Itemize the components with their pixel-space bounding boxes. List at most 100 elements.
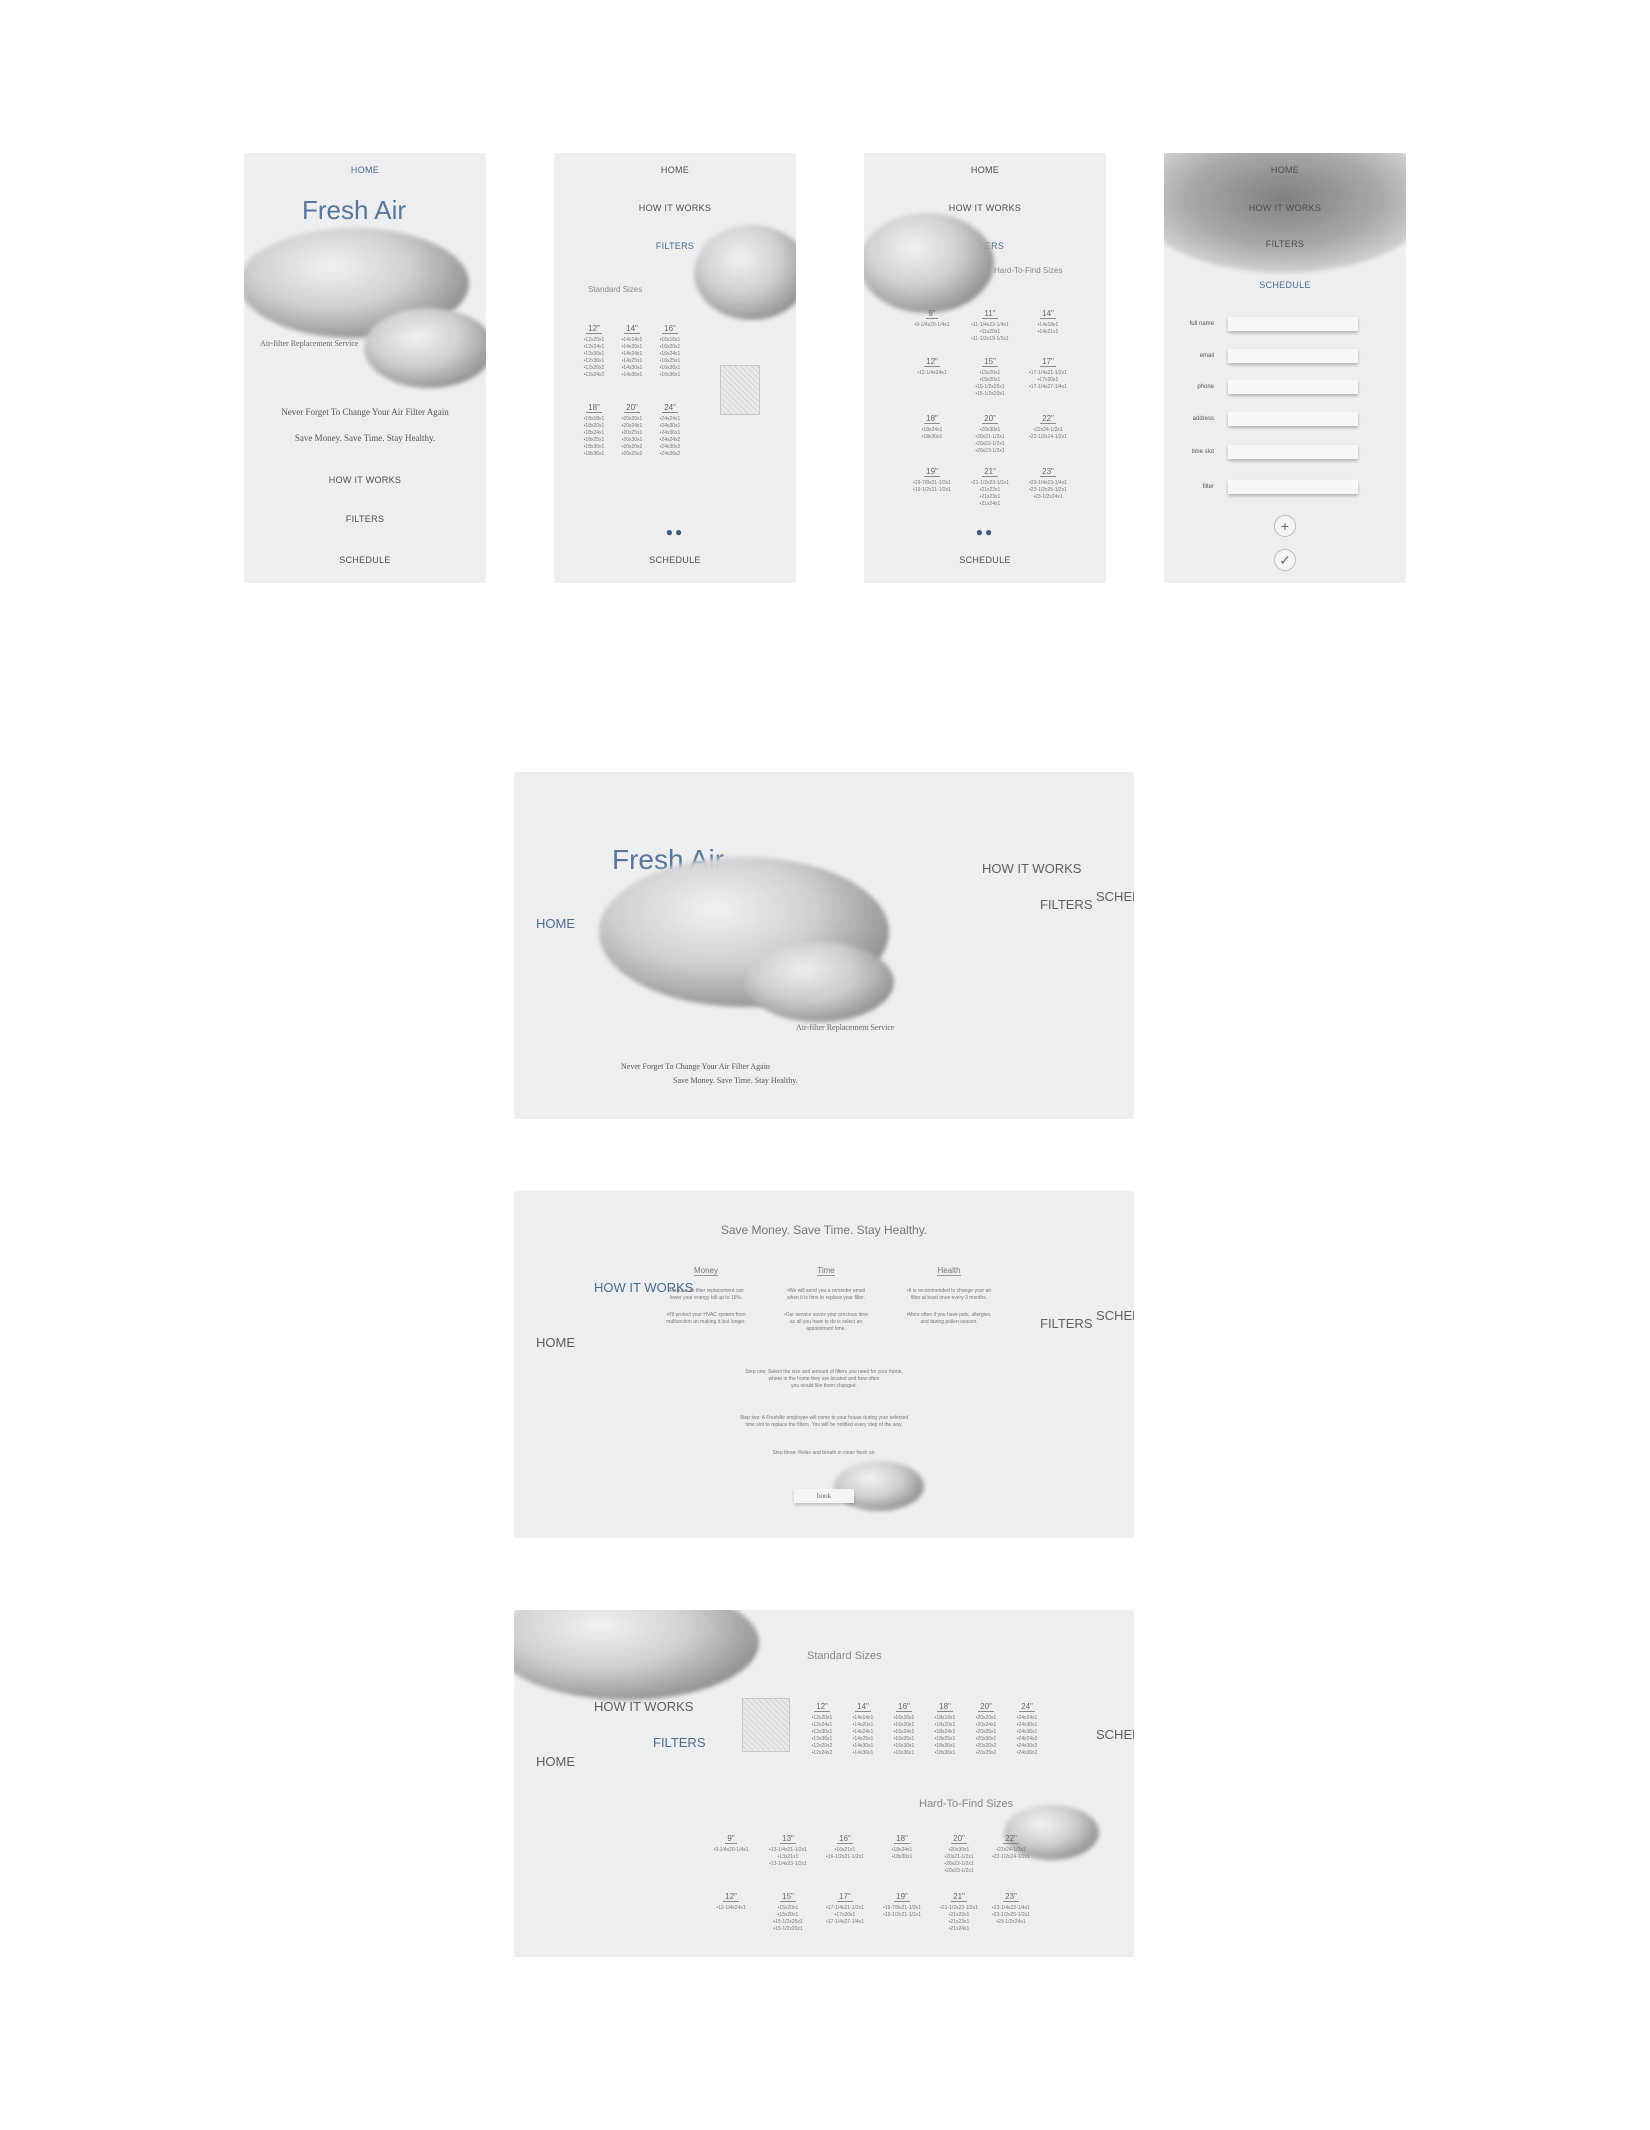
size-group[interactable]: 18" •18x24x1 •18x30x1 xyxy=(912,408,952,441)
size-group[interactable]: 9" •9-1/4x20-1/4x1 xyxy=(912,303,952,329)
nav-home[interactable]: HOME xyxy=(1164,165,1406,175)
size-group[interactable]: 14" •14x14x1 •14x20x1 •14x24x1 •14x25x1 •… xyxy=(843,1696,883,1757)
size-group[interactable]: 13" •13-1/4x21-1/2x1 •13x21x1 •13-1/4x23-… xyxy=(766,1828,810,1868)
nav-how-it-works[interactable]: HOW IT WORKS xyxy=(554,203,796,213)
size-group[interactable]: 20" •20x30x1 •20x21-1/2x1 •20x22-1/2x1 •2… xyxy=(937,1828,981,1875)
desktop-home-screen: HOME Fresh Air Air-filter Replacement Se… xyxy=(514,772,1134,1119)
nav-schedule[interactable]: SCHEDULE xyxy=(1164,280,1406,290)
size-group[interactable]: 17" •17-1/4x21-1/2x1 •17x20x1 •17-1/4x27-… xyxy=(823,1886,867,1926)
size-group[interactable]: 16" •16x21x1 •16-1/2x21-1/2x1 xyxy=(823,1828,867,1861)
size-label: 20" xyxy=(951,1834,967,1844)
address-field[interactable] xyxy=(1228,412,1358,426)
nav-home[interactable]: HOME xyxy=(244,165,486,175)
health-heading: Health xyxy=(896,1266,1002,1276)
full-name-field[interactable] xyxy=(1228,317,1358,331)
size-group[interactable]: 14" •14x18x1 •14x21x1 xyxy=(1028,303,1068,336)
address-label: address xyxy=(1192,416,1214,422)
size-group[interactable]: 23" •23-1/4x23-1/4x1 •23-1/2x25-1/2x1 •23… xyxy=(1028,461,1068,501)
time-slot-field[interactable] xyxy=(1228,445,1358,459)
confirm-button[interactable]: ✓ xyxy=(1274,549,1296,571)
step-three: Step three: Relax and breath in clean fr… xyxy=(772,1450,876,1456)
size-group[interactable]: 21" •21-1/2x23-1/2x1 •21x22x1 •21x23x1 •2… xyxy=(937,1886,981,1933)
nav-schedule[interactable]: SCHEDULE xyxy=(554,555,796,565)
size-group[interactable]: 19" •19-7/8x21-1/2x1 •19-1/2x21-1/2x1 xyxy=(912,461,952,494)
money-point-2: •It'll protect your HVAC system from mal… xyxy=(666,1312,746,1325)
size-group[interactable]: 15" •15x20x1 •15x20x1 •15-1/2x25x1 •15-1/… xyxy=(766,1886,810,1933)
nav-filters[interactable]: FILTERS xyxy=(244,514,486,524)
size-list: •18x24x1 •18x30x1 xyxy=(921,427,943,440)
size-label: 18" xyxy=(937,1702,953,1712)
vnav-schedule[interactable]: SCHEDULE xyxy=(1096,888,1134,906)
time-heading: Time xyxy=(776,1266,876,1276)
money-heading: Money xyxy=(656,1266,756,1276)
size-group[interactable]: 15" •15x20x1 •15x20x1 •15-1/2x25x1 •15-1/… xyxy=(970,351,1010,398)
size-group[interactable]: 16" •16x16x1 •16x20x1 •16x24x1 •16x25x1 •… xyxy=(884,1696,924,1757)
size-label: 19" xyxy=(924,467,940,477)
desktop-how-it-works-screen: HOME HOW IT WORKS Save Money. Save Time.… xyxy=(514,1191,1134,1538)
nav-filters[interactable]: FILTERS xyxy=(1164,239,1406,249)
size-group[interactable]: 22" •22x24-1/2x1 •22-1/2x24-1/2x1 xyxy=(1028,408,1068,441)
size-label: 24" xyxy=(1019,1702,1035,1712)
nav-how-it-works[interactable]: HOW IT WORKS xyxy=(864,203,1106,213)
nav-schedule[interactable]: SCHEDULE xyxy=(244,555,486,565)
size-group[interactable]: 18" •18x18x1 •18x20x1 •18x24x1 •18x25x1 •… xyxy=(574,397,614,458)
vnav-home[interactable]: HOME xyxy=(536,915,575,933)
pagination-dots[interactable]: ●● xyxy=(554,525,796,539)
size-label: 20" xyxy=(624,403,640,413)
size-list: •18x24x1 •18x30x1 xyxy=(891,1847,913,1860)
size-group[interactable]: 18" •18x18x1 •18x20x1 •18x24x1 •18x25x1 •… xyxy=(925,1696,965,1757)
vnav-how-it-works[interactable]: HOW IT WORKS xyxy=(594,1698,693,1716)
size-group[interactable]: 17" •17-1/4x21-1/2x1 •17x20x1 •17-1/4x27-… xyxy=(1028,351,1068,391)
size-label: 18" xyxy=(586,403,602,413)
nav-schedule[interactable]: SCHEDULE xyxy=(864,555,1106,565)
size-label: 23" xyxy=(1003,1892,1019,1902)
size-group[interactable]: 23" •23-1/4x23-1/4x1 •23-1/2x25-1/2x1 •23… xyxy=(989,1886,1033,1926)
size-group[interactable]: 20" •20x20x1 •20x24x1 •20x25x1 •20x30x1 •… xyxy=(966,1696,1006,1757)
size-group[interactable]: 20" •20x30x1 •20x21-1/2x1 •20x22-1/2x1 •2… xyxy=(970,408,1010,455)
size-group[interactable]: 22" •22x24-1/2x1 •22-1/2x24-1/2x1 xyxy=(989,1828,1033,1861)
size-group[interactable]: 24" •24x24x1 •24x30x1 •24x36x1 •24x24x2 •… xyxy=(1007,1696,1047,1757)
size-group[interactable]: 12" •12x20x1 •12x24x1 •12x30x1 •12x36x1 •… xyxy=(574,318,614,379)
mobile-filters-hard-screen: HOME HOW IT WORKS FILTERS Hard-To-Find S… xyxy=(864,153,1106,583)
nav-home[interactable]: HOME xyxy=(864,165,1106,175)
size-label: 21" xyxy=(951,1892,967,1902)
book-button[interactable]: book xyxy=(794,1489,854,1503)
pagination-dots[interactable]: ●● xyxy=(864,525,1106,539)
size-group[interactable]: 18" •18x24x1 •18x30x1 xyxy=(880,1828,924,1861)
size-list: •9-1/4x20-1/4x1 xyxy=(914,322,950,328)
size-group[interactable]: 9" •9-1/4x20-1/4x1 xyxy=(709,1828,753,1854)
size-group[interactable]: 12" •12-1/4x24x1 xyxy=(709,1886,753,1912)
filter-field[interactable] xyxy=(1228,480,1358,494)
cloud-image xyxy=(514,1610,759,1700)
vnav-filters[interactable]: FILTERS xyxy=(653,1734,706,1752)
nav-home[interactable]: HOME xyxy=(554,165,796,175)
phone-field[interactable] xyxy=(1228,380,1358,394)
size-list: •20x30x1 •20x21-1/2x1 •20x22-1/2x1 •20x2… xyxy=(944,1847,974,1874)
nav-how-it-works[interactable]: HOW IT WORKS xyxy=(1164,203,1406,213)
size-group[interactable]: 11" •11-1/4x23-1/4x1 •11x20x1 •11-1/2x19-… xyxy=(970,303,1010,343)
size-group[interactable]: 12" •12x20x1 •12x24x1 •12x30x1 •12x36x1 •… xyxy=(802,1696,842,1757)
size-group[interactable]: 16" •16x16x1 •16x20x1 •16x24x1 •16x25x1 •… xyxy=(650,318,690,379)
size-label: 15" xyxy=(982,357,998,367)
size-group[interactable]: 21" •21-1/2x23-1/2x1 •21x22x1 •21x23x1 •2… xyxy=(970,461,1010,508)
vnav-filters[interactable]: FILTERS xyxy=(1040,1315,1093,1333)
size-group[interactable]: 20" •20x20x1 •20x24x1 •20x25x1 •20x30x1 •… xyxy=(612,397,652,458)
vnav-home[interactable]: HOME xyxy=(536,1753,575,1771)
nav-how-it-works[interactable]: HOW IT WORKS xyxy=(244,475,486,485)
vnav-schedule[interactable]: SCHEDULE xyxy=(1096,1307,1134,1325)
size-label: 16" xyxy=(662,324,678,334)
size-group[interactable]: 12" •12-1/4x24x1 xyxy=(912,351,952,377)
size-group[interactable]: 24" •24x24x1 •24x30x1 •24x36x1 •24x24x2 •… xyxy=(650,397,690,458)
vnav-home[interactable]: HOME xyxy=(536,1334,575,1352)
vnav-filters[interactable]: FILTERS xyxy=(1040,896,1093,914)
vnav-schedule[interactable]: SCHEDULE xyxy=(1096,1726,1134,1744)
size-group[interactable]: 19" •19-7/8x21-1/2x1 •19-1/2x21-1/2x1 xyxy=(880,1886,924,1919)
add-button[interactable]: + xyxy=(1274,515,1296,537)
size-label: 16" xyxy=(837,1834,853,1844)
step-one: Step one: Select the size and amount of … xyxy=(745,1369,903,1389)
tagline-1: Never Forget To Change Your Air Filter A… xyxy=(281,407,449,417)
vnav-how-it-works[interactable]: HOW IT WORKS xyxy=(982,860,1081,878)
vnav-how-it-works[interactable]: HOW IT WORKS xyxy=(594,1279,693,1297)
size-group[interactable]: 14" •14x14x1 •14x20x1 •14x24x1 •14x25x1 •… xyxy=(612,318,652,379)
email-field[interactable] xyxy=(1228,349,1358,363)
